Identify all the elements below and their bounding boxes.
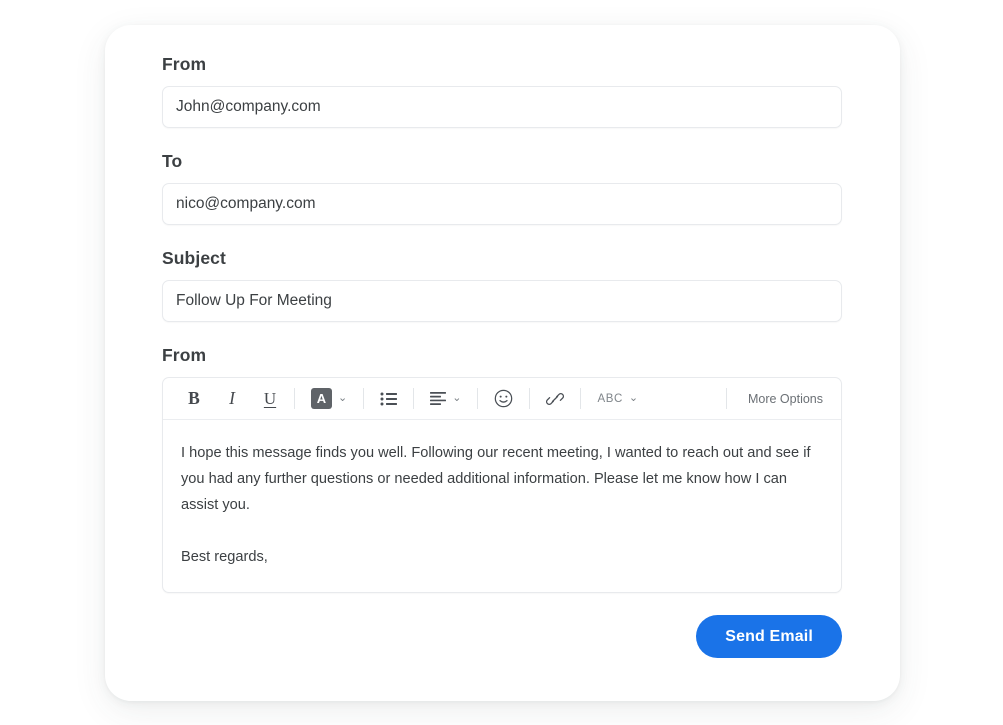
actions-row: Send Email bbox=[162, 615, 842, 658]
link-icon bbox=[546, 390, 565, 408]
bold-button[interactable]: B bbox=[181, 385, 207, 413]
label-body: From bbox=[162, 345, 207, 365]
email-compose-card: From To Subject From B bbox=[105, 25, 900, 701]
toolbar-divider bbox=[725, 388, 727, 409]
toolbar-divider bbox=[363, 388, 365, 409]
field-subject: Subject bbox=[162, 247, 842, 322]
subject-input[interactable] bbox=[162, 280, 842, 322]
message-paragraph: I hope this message finds you well. Foll… bbox=[181, 445, 811, 513]
spellcheck-button[interactable]: ABC ⌄ bbox=[592, 385, 643, 413]
align-left-button[interactable]: ⌄ bbox=[425, 385, 466, 413]
underline-button[interactable]: U bbox=[257, 385, 283, 413]
to-input[interactable] bbox=[162, 183, 842, 225]
toolbar-divider bbox=[413, 388, 415, 409]
text-color-button[interactable]: A ⌄ bbox=[306, 385, 352, 413]
field-to: To bbox=[162, 150, 842, 225]
message-signature: Best regards, bbox=[181, 549, 268, 565]
label-to: To bbox=[162, 151, 183, 171]
label-from: From bbox=[162, 54, 207, 74]
link-button[interactable] bbox=[541, 385, 569, 413]
bold-icon: B bbox=[188, 387, 200, 408]
toolbar-divider bbox=[580, 388, 582, 409]
toolbar-divider bbox=[477, 388, 479, 409]
italic-button[interactable]: I bbox=[219, 385, 245, 413]
spellcheck-icon: ABC bbox=[597, 392, 623, 405]
field-body: From B I U A ⌄ ⌄ ABC ⌄ More Options I ho… bbox=[162, 344, 842, 593]
rich-text-editor: B I U A ⌄ ⌄ ABC ⌄ More Options I hope th… bbox=[162, 377, 842, 593]
chevron-down-icon: ⌄ bbox=[628, 392, 639, 404]
from-input[interactable] bbox=[162, 86, 842, 128]
editor-toolbar: B I U A ⌄ ⌄ ABC ⌄ More Options bbox=[163, 378, 841, 420]
toolbar-divider bbox=[529, 388, 531, 409]
align-left-icon bbox=[430, 392, 447, 405]
send-email-button[interactable]: Send Email bbox=[696, 615, 842, 658]
compose-form: From To Subject From B bbox=[162, 53, 842, 658]
editor-content-area[interactable]: I hope this message finds you well. Foll… bbox=[163, 420, 841, 592]
text-color-icon: A bbox=[311, 388, 332, 409]
emoji-button[interactable] bbox=[489, 385, 518, 413]
page-background: From To Subject From B bbox=[0, 0, 1003, 725]
bulleted-list-icon bbox=[380, 392, 398, 406]
field-from: From bbox=[162, 53, 842, 128]
italic-icon: I bbox=[229, 387, 235, 408]
underline-icon: U bbox=[263, 389, 277, 408]
more-options-button[interactable]: More Options bbox=[732, 385, 837, 413]
label-subject: Subject bbox=[162, 248, 226, 268]
emoji-icon bbox=[494, 389, 513, 408]
chevron-down-icon: ⌄ bbox=[338, 392, 348, 404]
chevron-down-icon: ⌄ bbox=[452, 392, 462, 404]
bulleted-list-button[interactable] bbox=[375, 385, 402, 413]
toolbar-divider bbox=[294, 388, 295, 409]
